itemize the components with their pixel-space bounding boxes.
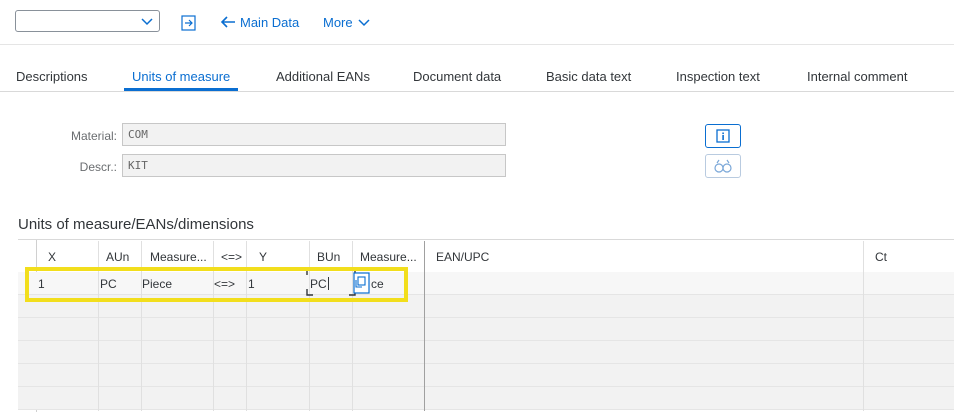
col-header-conversion[interactable]: <=> (221, 250, 242, 264)
chevron-down-icon (141, 18, 153, 26)
chevron-down-icon (358, 19, 370, 27)
col-divider (141, 241, 142, 411)
cell-y[interactable]: 1 (248, 277, 255, 291)
col-header-ct[interactable]: Ct (875, 250, 887, 264)
col-divider (309, 241, 310, 411)
col-header-measure-1[interactable]: Measure... (150, 250, 207, 264)
value-help-icon[interactable] (353, 272, 371, 294)
glasses-icon (714, 159, 732, 173)
cell-aun[interactable]: PC (100, 277, 117, 291)
tab-inspection-text[interactable]: Inspection text (676, 69, 760, 85)
col-header-bun[interactable]: BUn (317, 250, 340, 264)
col-divider (352, 241, 353, 411)
section-title: Units of measure/EANs/dimensions (18, 216, 254, 233)
info-button[interactable] (705, 124, 741, 148)
tab-bar: Descriptions Units of measure Additional… (0, 45, 954, 92)
cell-selection-bracket (306, 268, 356, 296)
description-field[interactable]: KIT (122, 154, 506, 177)
col-divider (98, 241, 99, 411)
tab-units-of-measure[interactable]: Units of measure (132, 69, 230, 85)
table-row[interactable] (18, 387, 954, 410)
col-header-measure-2[interactable]: Measure... (360, 250, 417, 264)
toolbar: Main Data More (0, 0, 954, 45)
col-header-x[interactable]: X (48, 250, 56, 264)
material-label: Material: (70, 129, 117, 143)
main-data-link[interactable]: Main Data (240, 15, 299, 31)
descr-label: Descr.: (79, 160, 117, 174)
cell-measure-2[interactable]: ce (371, 277, 384, 291)
tab-internal-comment[interactable]: Internal comment (807, 69, 907, 85)
command-dropdown[interactable] (15, 10, 160, 32)
arrow-left-icon (220, 16, 235, 28)
info-icon (716, 129, 730, 143)
tab-basic-data-text[interactable]: Basic data text (546, 69, 631, 85)
col-divider (213, 241, 214, 411)
tab-descriptions[interactable]: Descriptions (16, 69, 88, 85)
col-header-ean-upc[interactable]: EAN/UPC (436, 250, 489, 264)
tab-document-data[interactable]: Document data (413, 69, 501, 85)
table-row[interactable] (18, 341, 954, 364)
more-menu[interactable]: More (323, 15, 353, 31)
cell-measure-1[interactable]: Piece (142, 277, 172, 291)
table-row[interactable] (18, 364, 954, 387)
text-cursor (328, 277, 329, 290)
col-divider (424, 241, 425, 411)
display-button[interactable] (705, 154, 741, 178)
cell-conversion: <=> (214, 277, 236, 291)
cell-x[interactable]: 1 (38, 277, 45, 291)
table-row[interactable]: 1 PC Piece <=> 1 PC ce (18, 272, 954, 295)
table-row[interactable] (18, 318, 954, 341)
table-row[interactable] (18, 295, 954, 318)
tab-additional-eans[interactable]: Additional EANs (276, 69, 370, 85)
material-field[interactable]: COM (122, 123, 506, 146)
active-tab-indicator (124, 88, 238, 91)
col-divider (246, 241, 247, 411)
col-header-y[interactable]: Y (259, 250, 267, 264)
enter-icon[interactable] (180, 14, 198, 32)
col-header-aun[interactable]: AUn (106, 250, 129, 264)
col-divider (863, 241, 864, 411)
